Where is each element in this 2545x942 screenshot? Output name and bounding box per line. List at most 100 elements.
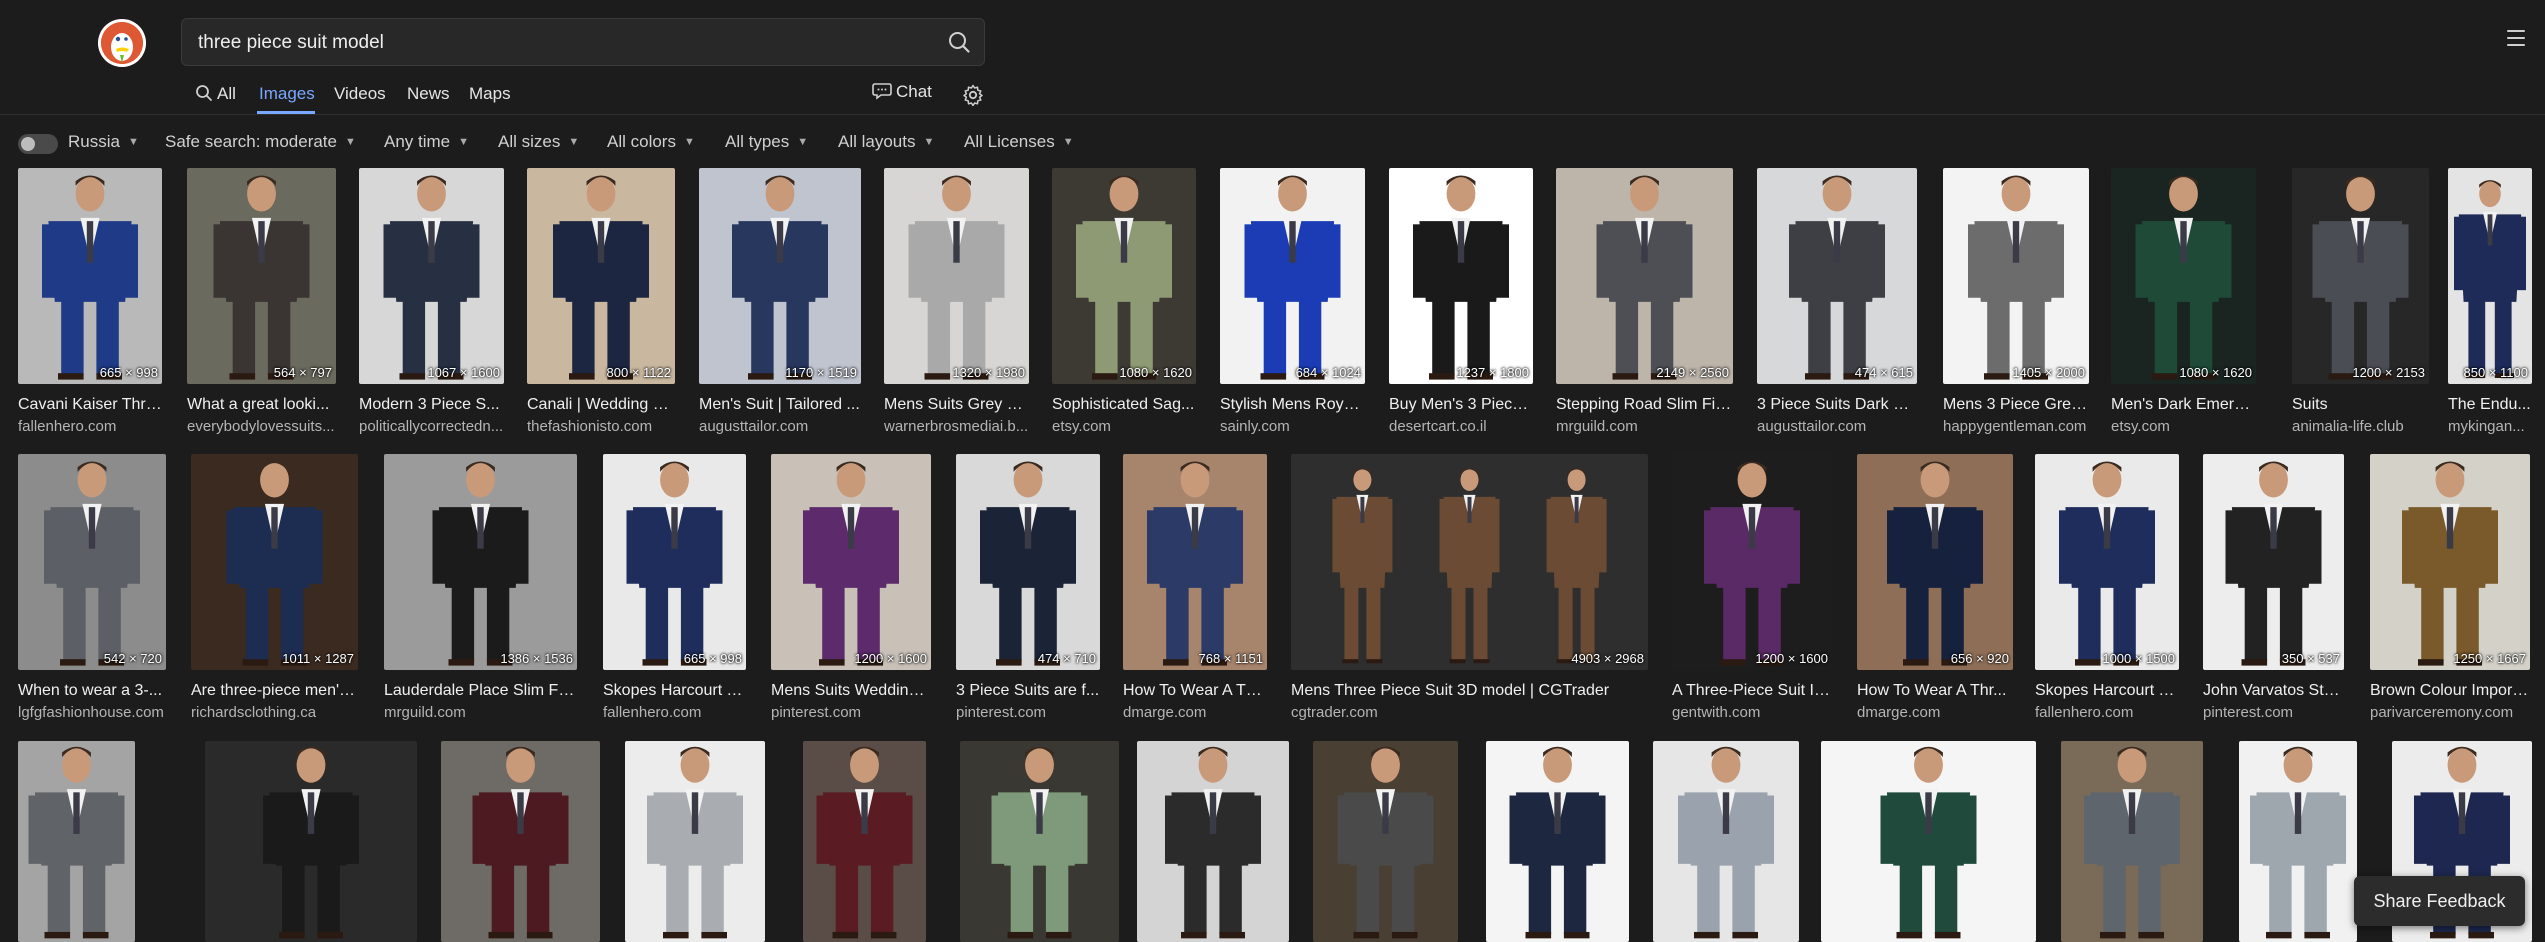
time-filter[interactable]: Any time ▼ — [384, 132, 469, 152]
image-thumbnail[interactable]: 350 × 537 — [2203, 454, 2344, 670]
image-thumbnail[interactable]: 474 × 710 — [956, 454, 1100, 670]
image-thumbnail[interactable] — [625, 741, 765, 942]
image-title[interactable]: Men's Suit | Tailored ... — [699, 396, 861, 414]
image-title[interactable]: 3 Piece Suits Dark Gr... — [1757, 396, 1917, 414]
image-source-domain[interactable]: everybodylovessuits... — [187, 418, 336, 435]
image-source-domain[interactable]: happygentleman.com — [1943, 418, 2089, 435]
image-title[interactable]: Men's Dark Emeral... — [2111, 396, 2256, 414]
image-thumbnail[interactable]: 1067 × 1600 — [359, 168, 504, 384]
tab-all[interactable]: All — [195, 84, 236, 104]
image-thumbnail[interactable]: 2149 × 2560 — [1556, 168, 1733, 384]
image-thumbnail[interactable]: 1080 × 1620 — [1052, 168, 1196, 384]
image-source-domain[interactable]: politicallycorrectedn... — [359, 418, 504, 435]
image-title[interactable]: Stepping Road Slim Fit ... — [1556, 396, 1733, 414]
image-thumbnail[interactable]: 542 × 720 — [18, 454, 166, 670]
image-thumbnail[interactable] — [1821, 741, 2036, 942]
image-thumbnail[interactable] — [2061, 741, 2203, 942]
image-thumbnail[interactable]: 1405 × 2000 — [1943, 168, 2089, 384]
color-filter[interactable]: All colors ▼ — [607, 132, 695, 152]
image-title[interactable]: A Three-Piece Suit Is... — [1672, 682, 1832, 700]
image-title[interactable]: Mens Suits Grey 3 ... — [884, 396, 1029, 414]
image-thumbnail[interactable] — [1137, 741, 1289, 942]
image-title[interactable]: Are three-piece men's... — [191, 682, 358, 700]
image-thumbnail[interactable]: 1250 × 1667 — [2370, 454, 2530, 670]
image-source-domain[interactable]: fallenhero.com — [603, 704, 746, 721]
image-source-domain[interactable]: thefashionisto.com — [527, 418, 675, 435]
image-title[interactable]: Brown Colour Import... — [2370, 682, 2530, 700]
image-title[interactable]: The Endu... — [2448, 396, 2532, 414]
image-title[interactable]: When to wear a 3-... — [18, 682, 166, 700]
type-filter[interactable]: All types ▼ — [725, 132, 808, 152]
image-source-domain[interactable]: dmarge.com — [1857, 704, 2013, 721]
image-thumbnail[interactable]: 1386 × 1536 — [384, 454, 577, 670]
size-filter[interactable]: All sizes ▼ — [498, 132, 579, 152]
image-source-domain[interactable]: etsy.com — [1052, 418, 1196, 435]
image-thumbnail[interactable]: 1200 × 2153 — [2292, 168, 2429, 384]
image-source-domain[interactable]: gentwith.com — [1672, 704, 1832, 721]
region-toggle[interactable] — [18, 134, 58, 154]
image-thumbnail[interactable]: 1011 × 1287 — [191, 454, 358, 670]
image-source-domain[interactable]: fallenhero.com — [18, 418, 162, 435]
image-title[interactable]: Stylish Mens Royal... — [1220, 396, 1365, 414]
image-thumbnail[interactable] — [960, 741, 1119, 942]
image-thumbnail[interactable]: 1237 × 1800 — [1389, 168, 1533, 384]
image-title[interactable]: Cavani Kaiser Thre... — [18, 396, 162, 414]
layout-filter[interactable]: All layouts ▼ — [838, 132, 934, 152]
image-thumbnail[interactable] — [2239, 741, 2357, 942]
image-source-domain[interactable]: animalia-life.club — [2292, 418, 2429, 435]
image-source-domain[interactable]: mrguild.com — [1556, 418, 1733, 435]
image-source-domain[interactable]: augusttailor.com — [1757, 418, 1917, 435]
image-thumbnail[interactable]: 1200 × 1600 — [771, 454, 931, 670]
image-title[interactable]: How To Wear A Thr... — [1857, 682, 2013, 700]
image-source-domain[interactable]: mykingan... — [2448, 418, 2532, 435]
image-thumbnail[interactable]: 656 × 920 — [1857, 454, 2013, 670]
image-source-domain[interactable]: pinterest.com — [771, 704, 931, 721]
image-thumbnail[interactable]: 474 × 615 — [1757, 168, 1917, 384]
chat-button[interactable]: Chat — [872, 82, 932, 102]
image-source-domain[interactable]: warnerbrosmediai.b... — [884, 418, 1029, 435]
image-thumbnail[interactable]: 800 × 1122 — [527, 168, 675, 384]
image-source-domain[interactable]: etsy.com — [2111, 418, 2256, 435]
image-thumbnail[interactable] — [18, 741, 135, 942]
search-input[interactable] — [196, 19, 900, 67]
duckduckgo-logo[interactable] — [98, 19, 146, 67]
image-thumbnail[interactable] — [803, 741, 926, 942]
image-thumbnail[interactable]: 684 × 1024 — [1220, 168, 1365, 384]
image-thumbnail[interactable]: 1000 × 1500 — [2035, 454, 2179, 670]
image-title[interactable]: Lauderdale Place Slim Fit ... — [384, 682, 577, 700]
share-feedback-button[interactable]: Share Feedback — [2354, 876, 2525, 926]
image-title[interactable]: What a great looki... — [187, 396, 336, 414]
hamburger-menu-icon[interactable] — [2507, 30, 2525, 51]
image-title[interactable]: Sophisticated Sag... — [1052, 396, 1196, 414]
image-title[interactable]: Skopes Harcourt T... — [603, 682, 746, 700]
image-title[interactable]: How To Wear A Th... — [1123, 682, 1267, 700]
search-box[interactable] — [181, 18, 985, 67]
image-title[interactable]: Buy Men's 3 Piece ... — [1389, 396, 1533, 414]
image-source-domain[interactable]: lgfgfashionhouse.com — [18, 704, 166, 721]
image-thumbnail[interactable] — [1313, 741, 1458, 942]
image-source-domain[interactable]: cgtrader.com — [1291, 704, 1648, 721]
image-source-domain[interactable]: desertcart.co.il — [1389, 418, 1533, 435]
region-filter[interactable]: Russia ▼ — [68, 132, 139, 152]
image-source-domain[interactable]: dmarge.com — [1123, 704, 1267, 721]
image-source-domain[interactable]: parivarceremony.com — [2370, 704, 2530, 721]
image-thumbnail[interactable]: 1170 × 1519 — [699, 168, 861, 384]
image-title[interactable]: Mens Suits Wedding ... — [771, 682, 931, 700]
image-thumbnail[interactable]: 665 × 998 — [18, 168, 162, 384]
settings-gear-icon[interactable] — [962, 84, 984, 111]
image-title[interactable]: Mens 3 Piece Grey... — [1943, 396, 2089, 414]
image-title[interactable]: 3 Piece Suits are f... — [956, 682, 1100, 700]
image-source-domain[interactable]: pinterest.com — [956, 704, 1100, 721]
image-thumbnail[interactable]: 768 × 1151 — [1123, 454, 1267, 670]
tab-maps[interactable]: Maps — [469, 84, 511, 104]
image-source-domain[interactable]: mrguild.com — [384, 704, 577, 721]
image-thumbnail[interactable]: 1320 × 1980 — [884, 168, 1029, 384]
image-thumbnail[interactable]: 665 × 998 — [603, 454, 746, 670]
image-title[interactable]: John Varvatos Star... — [2203, 682, 2344, 700]
image-thumbnail[interactable]: 850 × 1100 — [2448, 168, 2532, 384]
image-thumbnail[interactable]: 564 × 797 — [187, 168, 336, 384]
tab-videos[interactable]: Videos — [334, 84, 386, 104]
license-filter[interactable]: All Licenses ▼ — [964, 132, 1074, 152]
image-thumbnail[interactable] — [1653, 741, 1799, 942]
tab-news[interactable]: News — [407, 84, 450, 104]
